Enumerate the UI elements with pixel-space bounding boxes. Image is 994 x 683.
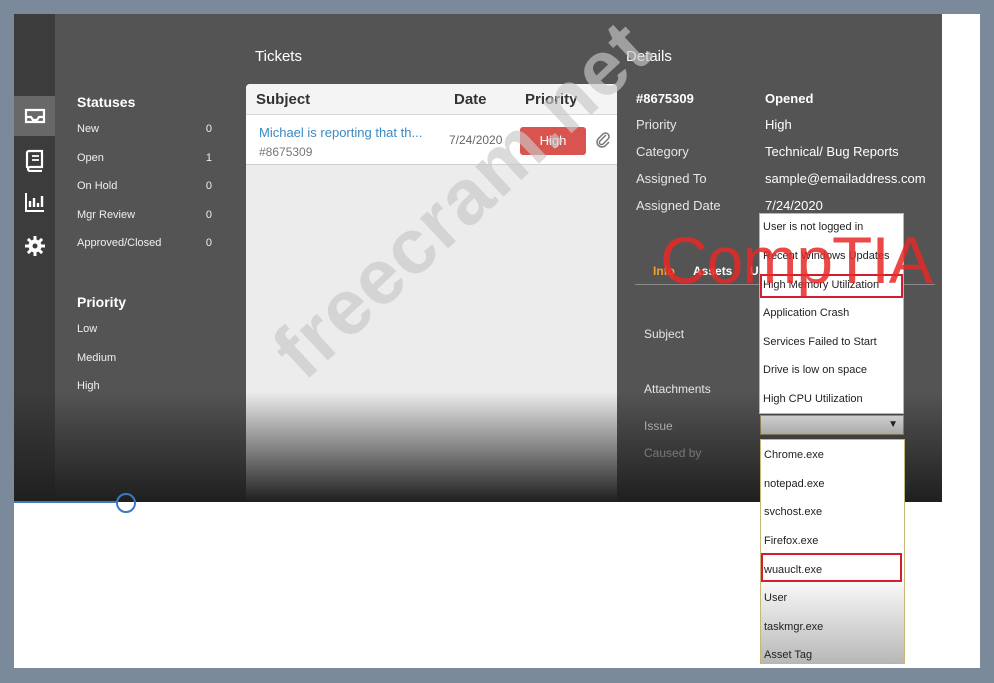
caused-by-field-label: Caused by xyxy=(644,446,702,460)
attachments-field-label: Attachments xyxy=(644,382,711,396)
paperclip-icon[interactable] xyxy=(595,131,611,149)
tab-assets[interactable]: Assets xyxy=(693,264,732,278)
issue-selection-highlight xyxy=(760,274,903,298)
caused-by-selection-highlight xyxy=(761,553,902,582)
detail-value-priority: High xyxy=(765,117,792,132)
status-item-open[interactable]: Open 1 xyxy=(77,152,212,164)
caused-by-option[interactable]: svchost.exe xyxy=(761,503,904,521)
detail-label-assigned-to: Assigned To xyxy=(636,171,707,186)
caused-by-dropdown-list: Chrome.exe notepad.exe svchost.exe Firef… xyxy=(760,439,905,664)
ticket-id: #8675309 xyxy=(259,145,313,159)
tab-info[interactable]: Info xyxy=(653,264,675,278)
detail-value-assigned-date: 7/24/2020 xyxy=(765,198,823,213)
knowledge-base-nav-button[interactable] xyxy=(14,140,55,180)
subject-column-header[interactable]: Subject xyxy=(256,91,310,108)
slider-track xyxy=(14,501,118,503)
status-label: Open xyxy=(77,152,104,164)
statuses-title: Statuses xyxy=(77,94,136,110)
issue-select[interactable]: ▼ xyxy=(760,415,904,435)
issue-dropdown-list: User is not logged in Recent Windows Upd… xyxy=(759,213,904,414)
issue-option[interactable]: Services Failed to Start xyxy=(760,333,903,351)
issue-option[interactable]: Application Crash xyxy=(760,304,903,322)
detail-value-assigned-to: sample@emailaddress.com xyxy=(765,171,926,186)
status-item-mgr-review[interactable]: Mgr Review 0 xyxy=(77,209,212,221)
status-item-approved-closed[interactable]: Approved/Closed 0 xyxy=(77,237,212,249)
caret-down-icon: ▼ xyxy=(888,419,898,430)
book-icon xyxy=(25,149,43,172)
slider-handle[interactable] xyxy=(116,493,136,513)
status-count: 0 xyxy=(205,180,212,192)
date-column-header[interactable]: Date xyxy=(454,91,487,108)
icon-rail xyxy=(14,14,55,502)
detail-label-priority: Priority xyxy=(636,117,677,132)
caused-by-option[interactable]: Firefox.exe xyxy=(761,532,904,550)
bar-chart-icon xyxy=(24,193,44,212)
tickets-column-title: Tickets xyxy=(255,48,302,65)
priority-title: Priority xyxy=(77,294,127,310)
reports-nav-button[interactable] xyxy=(14,182,55,222)
status-count: 0 xyxy=(205,237,212,249)
issue-field-label: Issue xyxy=(644,419,673,433)
priority-column-header[interactable]: Priority xyxy=(525,91,578,108)
ticket-date: 7/24/2020 xyxy=(449,133,503,147)
tickets-list-header: Subject Date Priority xyxy=(246,84,617,115)
details-column-title: Details xyxy=(626,48,672,65)
status-count: 0 xyxy=(205,209,212,221)
issue-option[interactable]: Drive is low on space xyxy=(760,361,903,379)
status-item-on-hold[interactable]: On Hold 0 xyxy=(77,180,212,192)
issue-option[interactable]: User is not logged in xyxy=(760,218,903,236)
settings-nav-button[interactable] xyxy=(14,226,55,266)
inbox-nav-button[interactable] xyxy=(14,96,55,136)
issue-option[interactable]: Recent Windows Updates xyxy=(760,247,903,265)
priority-item-low[interactable]: Low xyxy=(77,323,212,335)
inbox-icon xyxy=(24,108,45,124)
status-item-new[interactable]: New 0 xyxy=(77,123,212,135)
priority-item-high[interactable]: High xyxy=(77,380,212,392)
caused-by-option[interactable]: Chrome.exe xyxy=(761,446,904,464)
subject-field-label: Subject xyxy=(644,327,685,341)
caused-by-option[interactable]: taskmgr.exe xyxy=(761,618,904,636)
status-count: 0 xyxy=(205,123,212,135)
ticket-row[interactable]: Michael is reporting that th... #8675309… xyxy=(246,115,617,165)
priority-item-medium[interactable]: Medium xyxy=(77,352,212,364)
caused-by-option[interactable]: User xyxy=(761,589,904,607)
ticket-subject-link[interactable]: Michael is reporting that th... xyxy=(259,125,422,140)
ticket-priority-badge: High xyxy=(520,127,586,155)
gear-icon xyxy=(24,236,45,256)
detail-label-assigned-date: Assigned Date xyxy=(636,198,721,213)
tickets-list: Subject Date Priority Michael is reporti… xyxy=(246,84,617,502)
detail-label-category: Category xyxy=(636,144,689,159)
status-label: Approved/Closed xyxy=(77,237,162,249)
ticket-status: Opened xyxy=(765,91,814,106)
status-count: 1 xyxy=(205,152,212,164)
status-label: On Hold xyxy=(77,180,118,192)
caused-by-option[interactable]: notepad.exe xyxy=(761,475,904,493)
detail-value-category: Technical/ Bug Reports xyxy=(765,144,899,159)
status-label: New xyxy=(77,123,100,135)
caused-by-option[interactable]: Asset Tag xyxy=(761,646,904,664)
status-label: Mgr Review xyxy=(77,209,136,221)
tab-updates[interactable]: U xyxy=(750,264,759,278)
issue-option[interactable]: High CPU Utilization xyxy=(760,390,903,408)
ticket-number: #8675309 xyxy=(636,91,694,106)
